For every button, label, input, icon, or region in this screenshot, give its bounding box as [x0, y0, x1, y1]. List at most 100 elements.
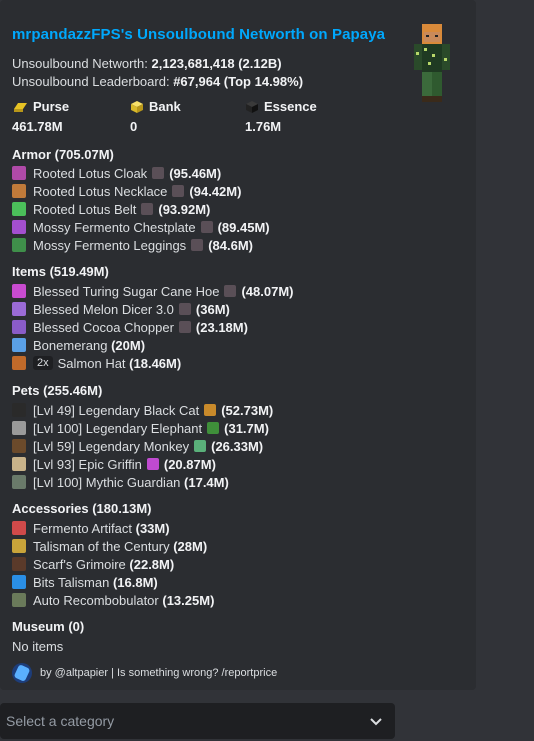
- item-value: (20.87M): [163, 456, 216, 472]
- item-name: Rooted Lotus Belt: [33, 201, 137, 217]
- list-item: [Lvl 93] Epic Griffin (20.87M): [12, 455, 216, 473]
- leaderboard-label: Unsoulbound Leaderboard:: [12, 74, 170, 89]
- item-name: Salmon Hat: [57, 355, 126, 371]
- pet-item-icon: [146, 458, 159, 470]
- item-value: (89.45M): [217, 219, 270, 235]
- purse-value: 461.78M: [12, 119, 63, 134]
- items-section-title: Items (519.49M): [12, 264, 109, 279]
- item-value: (48.07M): [241, 283, 294, 299]
- list-item: Mossy Fermento Leggings (84.6M): [12, 236, 253, 254]
- embed-title[interactable]: mrpandazzFPS's Unsoulbound Networth on P…: [12, 26, 385, 43]
- list-item: Mossy Fermento Chestplate (89.45M): [12, 218, 270, 236]
- item-name: [Lvl 100] Legendary Elephant: [33, 420, 203, 436]
- museum-section-title: Museum (0): [12, 619, 85, 634]
- item-name: Mossy Fermento Leggings: [33, 237, 187, 253]
- artifact-icon: [12, 521, 26, 535]
- list-item: [Lvl 100] Legendary Elephant (31.7M): [12, 419, 269, 437]
- item-value: (52.73M): [221, 402, 274, 418]
- leaderboard-value: #67,964 (Top 14.98%): [173, 74, 304, 89]
- item-name: Rooted Lotus Cloak: [33, 165, 148, 181]
- item-name: [Lvl 49] Legendary Black Cat: [33, 402, 200, 418]
- list-item: Bonemerang (20M): [12, 336, 145, 354]
- list-item: 2x Salmon Hat (18.46M): [12, 354, 181, 372]
- category-select[interactable]: Select a category: [0, 703, 395, 739]
- item-value: (20M): [111, 337, 146, 353]
- axe-icon: [12, 320, 26, 334]
- item-name: Fermento Artifact: [33, 520, 132, 536]
- item-name: Auto Recombobulator: [33, 592, 159, 608]
- player-skin-thumbnail: [414, 24, 450, 102]
- gold-ingot-icon: [14, 102, 27, 112]
- item-name: Scarf's Grimoire: [33, 556, 126, 572]
- leggings-icon: [12, 238, 26, 252]
- purse-label: Purse: [33, 99, 70, 114]
- list-item: Talisman of the Century (28M): [12, 537, 207, 555]
- item-name: Rooted Lotus Necklace: [33, 183, 168, 199]
- gold-block-icon: [131, 100, 143, 113]
- black-cat-icon: [12, 403, 26, 417]
- chestplate-icon: [12, 220, 26, 234]
- monkey-icon: [12, 439, 26, 453]
- guardian-icon: [12, 475, 26, 489]
- item-name: Talisman of the Century: [33, 538, 170, 554]
- bank-label: Bank: [149, 99, 181, 114]
- networth-label: Unsoulbound Networth:: [12, 56, 148, 71]
- networth-line: Unsoulbound Networth: 2,123,681,418 (2.1…: [12, 56, 282, 71]
- item-name: Bits Talisman: [33, 574, 110, 590]
- list-item: Scarf's Grimoire (22.8M): [12, 555, 174, 573]
- hoe-icon: [12, 284, 26, 298]
- footer-text: by @altpapier | Is something wrong? /rep…: [40, 667, 278, 679]
- recomb-icon: [191, 239, 204, 251]
- networth-value: 2,123,681,418 (2.12B): [151, 56, 282, 71]
- item-value: (18.46M): [129, 355, 182, 371]
- cloak-icon: [12, 166, 26, 180]
- axe-icon: [12, 302, 26, 316]
- list-item: Rooted Lotus Cloak (95.46M): [12, 164, 221, 182]
- hat-icon: [12, 356, 26, 370]
- bank-field: Bank 0: [130, 99, 181, 134]
- item-value: (93.92M): [158, 201, 211, 217]
- recomb-icon: [152, 167, 165, 179]
- essence-value: 1.76M: [245, 119, 282, 134]
- item-value: (16.8M): [112, 574, 158, 590]
- recomb-icon: [178, 321, 191, 333]
- belt-icon: [12, 202, 26, 216]
- pet-item-icon: [207, 422, 220, 434]
- essence-label: Essence: [264, 99, 317, 114]
- item-name: Blessed Melon Dicer 3.0: [33, 301, 174, 317]
- list-item: [Lvl 59] Legendary Monkey (26.33M): [12, 437, 263, 455]
- item-value: (13.25M): [162, 592, 215, 608]
- footer-avatar: [12, 663, 32, 683]
- item-name: Blessed Turing Sugar Cane Hoe: [33, 283, 220, 299]
- armor-section-title: Armor (705.07M): [12, 147, 114, 162]
- bank-value: 0: [130, 119, 138, 134]
- list-item: [Lvl 49] Legendary Black Cat (52.73M): [12, 401, 273, 419]
- quantity-badge: 2x: [33, 356, 53, 370]
- list-item: Rooted Lotus Belt (93.92M): [12, 200, 210, 218]
- list-item: [Lvl 100] Mythic Guardian (17.4M): [12, 473, 229, 491]
- item-value: (84.6M): [208, 237, 253, 253]
- list-item: Blessed Melon Dicer 3.0 (36M): [12, 300, 230, 318]
- recomb-icon: [224, 285, 237, 297]
- bone-icon: [12, 338, 26, 352]
- elephant-icon: [12, 421, 26, 435]
- pet-item-icon: [194, 440, 207, 452]
- item-value: (23.18M): [195, 319, 248, 335]
- list-item: Bits Talisman (16.8M): [12, 573, 158, 591]
- list-item: Rooted Lotus Necklace (94.42M): [12, 182, 241, 200]
- networth-embed: mrpandazzFPS's Unsoulbound Networth on P…: [0, 0, 476, 690]
- bits-icon: [12, 575, 26, 589]
- item-value: (28M): [173, 538, 208, 554]
- item-value: (95.46M): [169, 165, 222, 181]
- recombobulator-icon: [12, 593, 26, 607]
- recomb-icon: [172, 185, 185, 197]
- recomb-icon: [141, 203, 154, 215]
- item-value: (22.8M): [129, 556, 175, 572]
- wither-essence-icon: [246, 100, 258, 113]
- item-value: (94.42M): [189, 183, 242, 199]
- necklace-icon: [12, 184, 26, 198]
- recomb-icon: [178, 303, 191, 315]
- list-item: Blessed Turing Sugar Cane Hoe (48.07M): [12, 282, 293, 300]
- leaderboard-line: Unsoulbound Leaderboard: #67,964 (Top 14…: [12, 74, 303, 89]
- list-item: Blessed Cocoa Chopper (23.18M): [12, 318, 248, 336]
